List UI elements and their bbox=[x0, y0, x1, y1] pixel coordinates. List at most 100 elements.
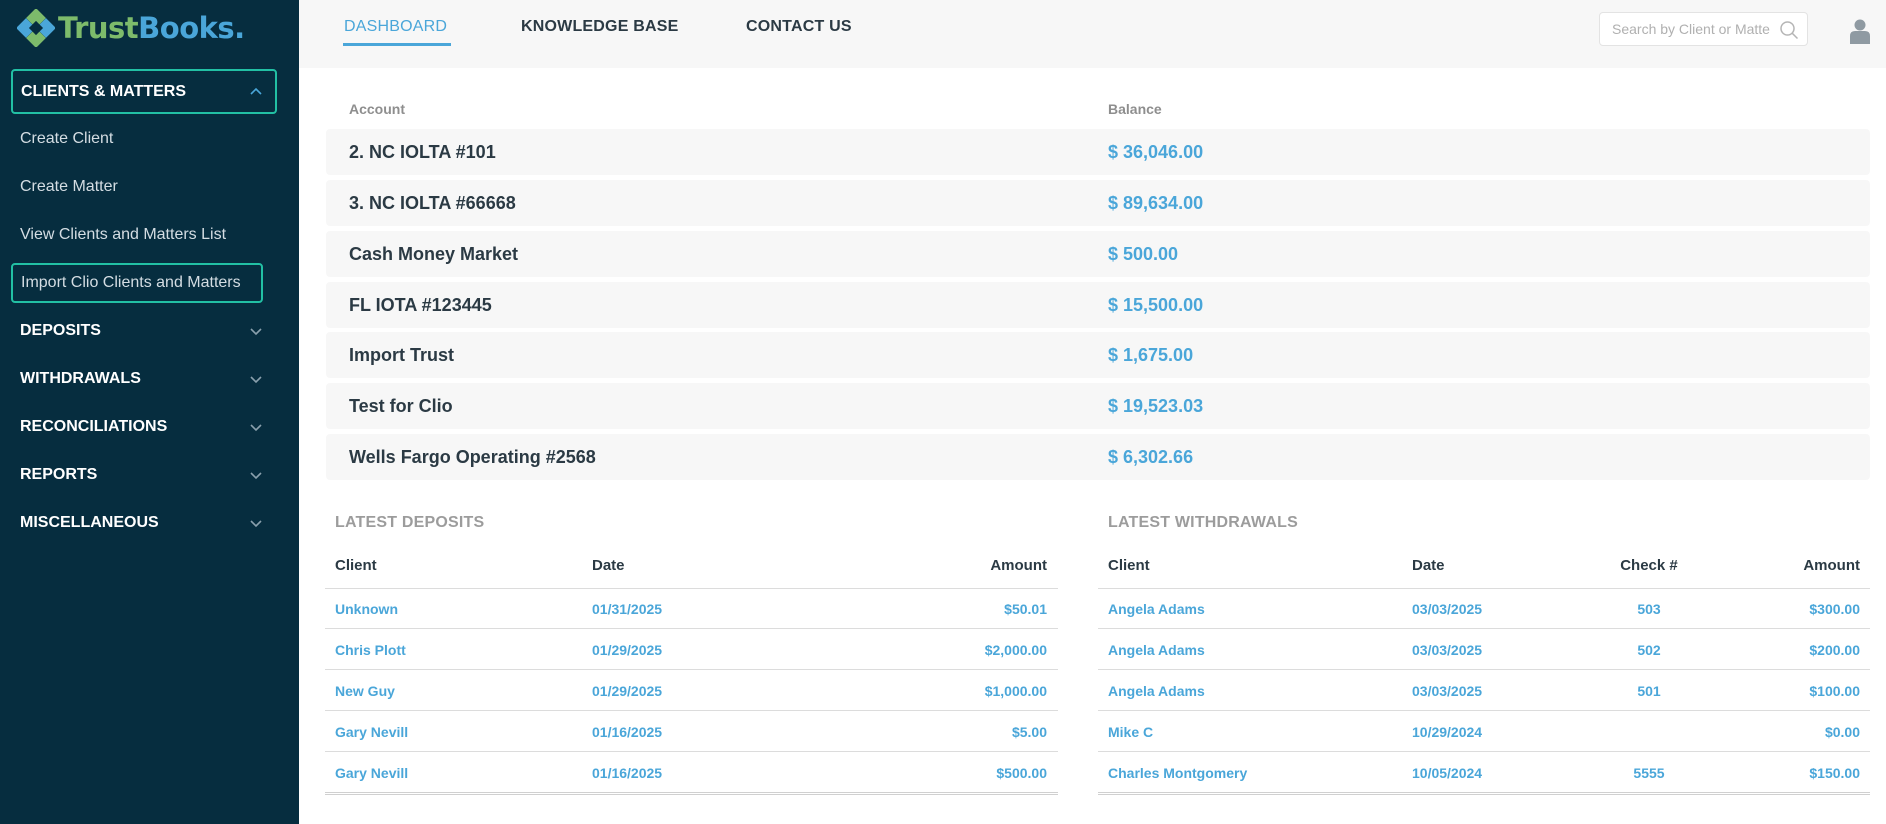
sidebar-section-withdrawals[interactable]: WITHDRAWALS bbox=[0, 355, 299, 403]
withdrawal-date-link[interactable]: 10/29/2024 bbox=[1412, 723, 1482, 741]
deposit-date-link[interactable]: 01/16/2025 bbox=[592, 764, 662, 782]
tab-knowledge-base[interactable]: KNOWLEDGE BASE bbox=[521, 18, 678, 36]
sidebar-section-label: RECONCILIATIONS bbox=[20, 418, 168, 435]
divider bbox=[1098, 669, 1870, 670]
account-balance: $ 19,523.03 bbox=[1108, 396, 1204, 416]
brand-name: TrustBooks. bbox=[58, 11, 245, 45]
account-name: Import Trust bbox=[349, 345, 455, 365]
withdrawal-amount-link[interactable]: $0.00 bbox=[1760, 723, 1860, 741]
brand-name-part1: Trust bbox=[58, 11, 139, 45]
sidebar-section-miscellaneous[interactable]: MISCELLANEOUS bbox=[0, 499, 299, 547]
tab-active-indicator bbox=[343, 43, 451, 46]
brand-logo[interactable]: TrustBooks. bbox=[17, 8, 245, 48]
withdrawal-amount-link[interactable]: $100.00 bbox=[1760, 682, 1860, 700]
divider bbox=[325, 751, 1058, 752]
divider bbox=[1098, 710, 1870, 711]
sidebar-item-create-matter[interactable]: Create Matter bbox=[0, 167, 299, 207]
deposit-date-link[interactable]: 01/29/2025 bbox=[592, 682, 662, 700]
withdrawal-date-link[interactable]: 03/03/2025 bbox=[1412, 600, 1482, 618]
sidebar-item-view-clients-matters[interactable]: View Clients and Matters List bbox=[0, 215, 299, 255]
sidebar-item-import-clio[interactable]: Import Clio Clients and Matters bbox=[11, 263, 263, 303]
account-name: FL IOTA #123445 bbox=[349, 295, 492, 315]
deposit-amount-link[interactable]: $5.00 bbox=[947, 723, 1047, 741]
account-row[interactable]: 3. NC IOLTA #66668 $ 89,634.00 bbox=[326, 180, 1870, 226]
withdrawal-check-link[interactable]: 5555 bbox=[1599, 764, 1699, 782]
withdrawal-client-link[interactable]: Angela Adams bbox=[1108, 600, 1205, 618]
withdrawal-date-link[interactable]: 03/03/2025 bbox=[1412, 641, 1482, 659]
deposit-amount-link[interactable]: $50.01 bbox=[947, 600, 1047, 618]
deposits-header-date: Date bbox=[592, 557, 625, 574]
account-row[interactable]: Test for Clio $ 19,523.03 bbox=[326, 383, 1870, 429]
sidebar-section-deposits[interactable]: DEPOSITS bbox=[0, 307, 299, 355]
sidebar-item-label: Create Matter bbox=[20, 178, 118, 195]
accounts-header-balance: Balance bbox=[1108, 101, 1162, 117]
deposit-date-link[interactable]: 01/31/2025 bbox=[592, 600, 662, 618]
sidebar-section-label: CLIENTS & MATTERS bbox=[21, 82, 187, 100]
divider bbox=[325, 792, 1058, 795]
account-row[interactable]: Import Trust $ 1,675.00 bbox=[326, 332, 1870, 378]
deposit-date-link[interactable]: 01/16/2025 bbox=[592, 723, 662, 741]
withdrawals-header-amount: Amount bbox=[1803, 557, 1860, 574]
user-icon[interactable] bbox=[1849, 18, 1871, 44]
withdrawal-date-link[interactable]: 03/03/2025 bbox=[1412, 682, 1482, 700]
withdrawal-check-link[interactable]: 503 bbox=[1599, 600, 1699, 618]
brand-name-part2: Books bbox=[138, 11, 235, 45]
sidebar-section-label: WITHDRAWALS bbox=[20, 370, 141, 387]
chevron-down-icon bbox=[250, 472, 262, 480]
withdrawal-client-link[interactable]: Charles Montgomery bbox=[1108, 764, 1247, 782]
withdrawal-check-link[interactable]: 501 bbox=[1599, 682, 1699, 700]
search-icon[interactable] bbox=[1779, 20, 1799, 40]
tab-contact-us[interactable]: CONTACT US bbox=[746, 18, 852, 36]
withdrawal-amount-link[interactable]: $200.00 bbox=[1760, 641, 1860, 659]
withdrawal-amount-link[interactable]: $300.00 bbox=[1760, 600, 1860, 618]
sidebar-section-label: MISCELLANEOUS bbox=[20, 514, 159, 531]
deposit-client-link[interactable]: Gary Nevill bbox=[335, 723, 408, 741]
divider bbox=[1098, 751, 1870, 752]
withdrawals-header-date: Date bbox=[1412, 557, 1445, 574]
diamond-logo-icon bbox=[17, 9, 55, 47]
chevron-up-icon bbox=[250, 87, 262, 95]
account-balance: $ 6,302.66 bbox=[1108, 447, 1194, 467]
deposit-amount-link[interactable]: $500.00 bbox=[947, 764, 1047, 782]
account-name: Test for Clio bbox=[349, 396, 453, 416]
divider bbox=[1098, 792, 1870, 795]
chevron-down-icon bbox=[250, 424, 262, 432]
search-input[interactable] bbox=[1600, 13, 1770, 45]
divider bbox=[325, 669, 1058, 670]
chevron-down-icon bbox=[250, 328, 262, 336]
deposit-client-link[interactable]: Chris Plott bbox=[335, 641, 406, 659]
sidebar: TrustBooks. CLIENTS & MATTERS Create Cli… bbox=[0, 0, 299, 824]
withdrawal-amount-link[interactable]: $150.00 bbox=[1760, 764, 1860, 782]
account-row[interactable]: FL IOTA #123445 $ 15,500.00 bbox=[326, 282, 1870, 328]
latest-deposits-title: LATEST DEPOSITS bbox=[335, 514, 485, 531]
account-row[interactable]: Wells Fargo Operating #2568 $ 6,302.66 bbox=[326, 434, 1870, 480]
account-row[interactable]: Cash Money Market $ 500.00 bbox=[326, 231, 1870, 277]
chevron-down-icon bbox=[250, 520, 262, 528]
deposit-client-link[interactable]: Gary Nevill bbox=[335, 764, 408, 782]
withdrawal-client-link[interactable]: Mike C bbox=[1108, 723, 1153, 741]
withdrawal-check-link[interactable]: 502 bbox=[1599, 641, 1699, 659]
top-navbar: DASHBOARD KNOWLEDGE BASE CONTACT US bbox=[299, 0, 1886, 68]
deposit-date-link[interactable]: 01/29/2025 bbox=[592, 641, 662, 659]
withdrawals-header-client: Client bbox=[1108, 557, 1150, 574]
sidebar-item-create-client[interactable]: Create Client bbox=[0, 119, 299, 159]
sidebar-section-reconciliations[interactable]: RECONCILIATIONS bbox=[0, 403, 299, 451]
deposit-amount-link[interactable]: $1,000.00 bbox=[947, 682, 1047, 700]
deposit-client-link[interactable]: New Guy bbox=[335, 682, 395, 700]
divider bbox=[1098, 588, 1870, 589]
sidebar-item-label: View Clients and Matters List bbox=[20, 226, 227, 243]
account-name: 3. NC IOLTA #66668 bbox=[349, 193, 516, 213]
account-balance: $ 36,046.00 bbox=[1108, 142, 1204, 162]
tab-dashboard[interactable]: DASHBOARD bbox=[344, 18, 447, 36]
divider bbox=[1098, 628, 1870, 629]
search-box bbox=[1599, 12, 1808, 46]
withdrawal-client-link[interactable]: Angela Adams bbox=[1108, 641, 1205, 659]
deposit-amount-link[interactable]: $2,000.00 bbox=[947, 641, 1047, 659]
withdrawal-client-link[interactable]: Angela Adams bbox=[1108, 682, 1205, 700]
deposit-client-link[interactable]: Unknown bbox=[335, 600, 398, 618]
sidebar-section-clients-matters[interactable]: CLIENTS & MATTERS bbox=[11, 69, 277, 114]
withdrawal-date-link[interactable]: 10/05/2024 bbox=[1412, 764, 1482, 782]
sidebar-section-reports[interactable]: REPORTS bbox=[0, 451, 299, 499]
account-row[interactable]: 2. NC IOLTA #101 $ 36,046.00 bbox=[326, 129, 1870, 175]
chevron-down-icon bbox=[250, 376, 262, 384]
